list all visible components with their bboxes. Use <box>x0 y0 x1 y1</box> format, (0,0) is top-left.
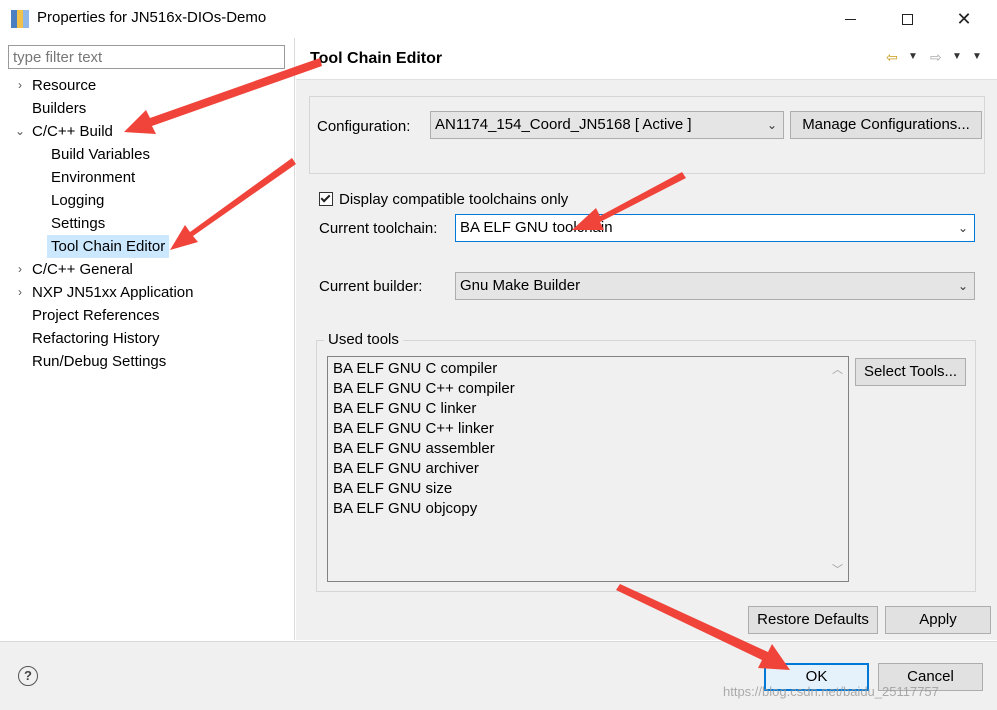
current-builder-select[interactable]: Gnu Make Builder ⌄ <box>455 272 975 300</box>
chevron-down-icon: ⌄ <box>766 118 777 132</box>
watermark-text: https://blog.csdn.net/baidu_25117757 <box>723 684 939 699</box>
tree-item-refactoring-history[interactable]: Refactoring History <box>32 327 160 350</box>
restore-defaults-button[interactable]: Restore Defaults <box>748 606 878 634</box>
apply-button[interactable]: Apply <box>885 606 991 634</box>
list-item[interactable]: BA ELF GNU archiver <box>333 459 479 479</box>
title-bar: Properties for JN516x-DIOs-Demo ✕ <box>0 0 997 38</box>
close-button[interactable]: ✕ <box>941 0 987 38</box>
maximize-button[interactable] <box>884 0 930 38</box>
manage-configurations-button[interactable]: Manage Configurations... <box>790 111 982 139</box>
eclipse-app-icon <box>11 10 29 28</box>
current-builder-value: Gnu Make Builder <box>460 277 581 294</box>
chevron-right-icon[interactable]: › <box>15 281 25 304</box>
chevron-down-icon[interactable]: ▼ <box>908 48 918 66</box>
list-item[interactable]: BA ELF GNU objcopy <box>333 499 477 519</box>
list-item[interactable]: BA ELF GNU assembler <box>333 439 495 459</box>
scroll-down-icon[interactable]: ﹀ <box>832 561 843 577</box>
select-tools-button[interactable]: Select Tools... <box>855 358 966 386</box>
current-toolchain-label: Current toolchain: <box>319 220 438 237</box>
help-icon[interactable]: ? <box>18 666 38 686</box>
used-tools-title: Used tools <box>324 331 403 348</box>
current-builder-label: Current builder: <box>319 278 423 295</box>
tree-item-environment[interactable]: Environment <box>51 166 135 189</box>
tree-item-resource[interactable]: Resource <box>32 74 96 97</box>
page-title: Tool Chain Editor <box>310 50 443 67</box>
chevron-right-icon[interactable]: › <box>15 74 25 97</box>
compatible-toolchains-label: Display compatible toolchains only <box>339 191 569 208</box>
tree-item-tool-chain-editor[interactable]: Tool Chain Editor <box>47 235 170 258</box>
configuration-value: AN1174_154_Coord_JN5168 [ Active ] <box>435 116 692 133</box>
tree-item-logging[interactable]: Logging <box>51 189 104 212</box>
page-header: Tool Chain Editor ⇦ ▼ ⇨ ▼ ▼ <box>296 38 997 80</box>
chevron-right-icon[interactable]: › <box>15 258 25 281</box>
tree-item-build-variables[interactable]: Build Variables <box>51 143 150 166</box>
vertical-scrollbar[interactable]: ︿ ﹀ <box>828 357 848 581</box>
list-item[interactable]: BA ELF GNU C compiler <box>333 359 497 379</box>
window-title: Properties for JN516x-DIOs-Demo <box>37 9 267 26</box>
back-arrow-icon[interactable]: ⇦ <box>886 48 898 66</box>
dialog-button-bar: ? OK Cancel https://blog.csdn.net/baidu_… <box>0 641 997 710</box>
preferences-tree-panel: › Resource Builders ⌄ C/C++ Build Build … <box>0 38 295 640</box>
tree-item-builders[interactable]: Builders <box>32 97 86 120</box>
scroll-up-icon[interactable]: ︿ <box>832 361 843 377</box>
current-toolchain-select[interactable]: BA ELF GNU toolchain ⌄ <box>455 214 975 242</box>
tree-item-project-references[interactable]: Project References <box>32 304 160 327</box>
chevron-down-icon[interactable]: ⌄ <box>15 120 25 143</box>
minimize-button[interactable] <box>827 0 873 38</box>
current-toolchain-value: BA ELF GNU toolchain <box>460 219 613 236</box>
chevron-down-icon: ⌄ <box>957 221 968 235</box>
list-item[interactable]: BA ELF GNU C linker <box>333 399 476 419</box>
configuration-select[interactable]: AN1174_154_Coord_JN5168 [ Active ] ⌄ <box>430 111 784 139</box>
tree-item-cpp-general[interactable]: C/C++ General <box>32 258 133 281</box>
configuration-label: Configuration: <box>317 118 411 135</box>
checkmark-icon <box>320 192 331 203</box>
maximize-icon <box>901 13 913 25</box>
tree-item-cpp-build[interactable]: C/C++ Build <box>32 120 113 143</box>
chevron-down-icon: ⌄ <box>957 279 968 293</box>
list-item[interactable]: BA ELF GNU C++ compiler <box>333 379 515 399</box>
used-tools-list[interactable]: BA ELF GNU C compiler BA ELF GNU C++ com… <box>327 356 849 582</box>
list-item[interactable]: BA ELF GNU size <box>333 479 452 499</box>
compatible-toolchains-checkbox[interactable] <box>319 192 333 206</box>
tree-item-settings[interactable]: Settings <box>51 212 105 235</box>
property-page: Tool Chain Editor ⇦ ▼ ⇨ ▼ ▼ Configuratio… <box>296 38 997 640</box>
forward-arrow-icon[interactable]: ⇨ <box>930 48 942 66</box>
list-item[interactable]: BA ELF GNU C++ linker <box>333 419 494 439</box>
filter-input[interactable] <box>8 45 285 69</box>
tree-item-run-debug-settings[interactable]: Run/Debug Settings <box>32 350 166 373</box>
chevron-down-icon[interactable]: ▼ <box>952 48 962 66</box>
close-icon: ✕ <box>956 8 972 29</box>
view-menu-icon[interactable]: ▼ <box>972 48 982 66</box>
tree-item-nxp-application[interactable]: NXP JN51xx Application <box>32 281 193 304</box>
minimize-icon <box>844 18 856 20</box>
